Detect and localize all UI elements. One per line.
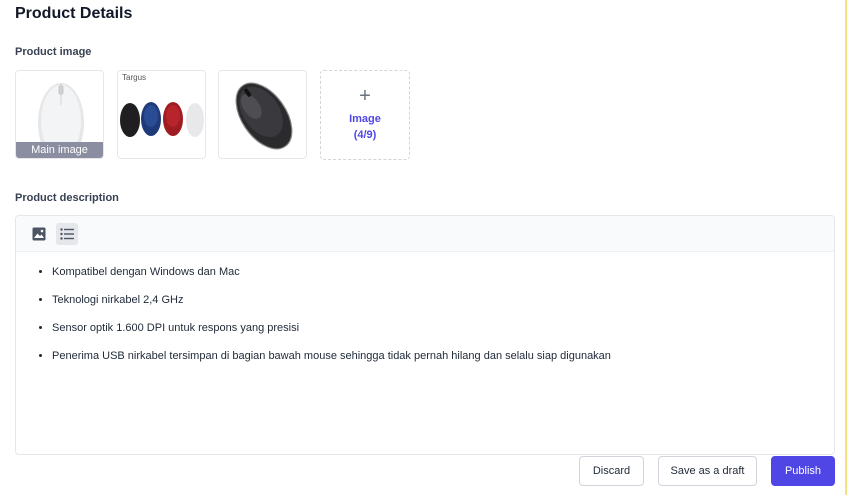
product-image-main[interactable]: Main image <box>15 70 104 159</box>
add-image-label: Image <box>349 113 381 125</box>
list-item: Kompatibel dengan Windows dan Mac <box>52 266 834 279</box>
product-image-label: Product image <box>15 46 92 58</box>
plus-icon: + <box>359 85 371 107</box>
product-image-3[interactable] <box>218 70 307 159</box>
list-item: Penerima USB nirkabel tersimpan di bagia… <box>52 350 834 363</box>
image-count: (4/9) <box>353 129 377 141</box>
list-icon <box>60 227 74 240</box>
image-icon <box>32 227 46 240</box>
product-image-2[interactable]: Targus <box>117 70 206 159</box>
black-mouse-image <box>235 82 293 150</box>
bullet-list: Kompatibel dengan Windows dan Mac Teknol… <box>38 266 834 363</box>
editor-content[interactable]: Kompatibel dengan Windows dan Mac Teknol… <box>16 252 834 363</box>
main-image-tag: Main image <box>16 142 103 158</box>
save-draft-button[interactable]: Save as a draft <box>658 456 757 486</box>
product-description-label: Product description <box>15 192 119 204</box>
publish-button[interactable]: Publish <box>771 456 835 486</box>
brand-logo-text: Targus <box>122 73 147 82</box>
insert-image-button[interactable] <box>28 223 50 245</box>
bullet-list-button[interactable] <box>56 222 78 245</box>
page-title: Product Details <box>15 5 133 22</box>
list-item: Sensor optik 1.600 DPI untuk respons yan… <box>52 322 834 335</box>
description-editor[interactable]: Kompatibel dengan Windows dan Mac Teknol… <box>15 215 835 455</box>
list-item: Teknologi nirkabel 2,4 GHz <box>52 294 834 307</box>
discard-button[interactable]: Discard <box>579 456 644 486</box>
editor-toolbar <box>16 216 834 252</box>
color-variants-image <box>120 102 204 137</box>
add-image-button[interactable]: + Image (4/9) <box>320 70 410 160</box>
